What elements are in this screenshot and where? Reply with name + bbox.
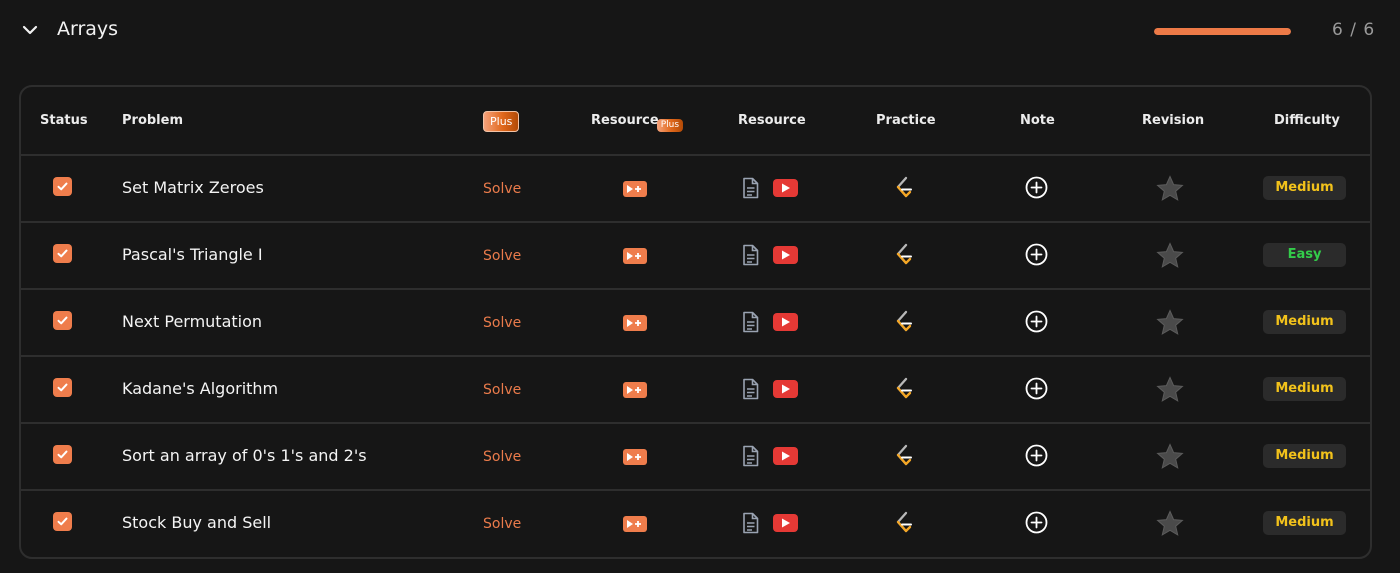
column-header-practice: Practice [876,113,936,128]
add-note-icon[interactable] [1025,444,1048,471]
solve-link[interactable]: Solve [483,516,521,532]
problem-name[interactable]: Stock Buy and Sell [122,513,271,532]
problem-name[interactable]: Pascal's Triangle I [122,245,263,264]
table-row: Sort an array of 0's 1's and 2's Solve M… [21,424,1370,491]
practice-platform-icon[interactable] [893,511,913,541]
table-header: Status Problem Plus Resource Plus Resourc… [21,87,1370,156]
add-note-icon[interactable] [1025,310,1048,337]
plus-badge: Plus [656,119,684,132]
solve-link[interactable]: Solve [483,449,521,465]
difficulty-badge: Medium [1263,310,1346,334]
add-note-icon[interactable] [1025,377,1048,404]
column-header-plus: Plus [483,111,520,132]
column-header-status: Status [40,113,88,128]
solve-link[interactable]: Solve [483,382,521,398]
table-row: Set Matrix Zeroes Solve Medium [21,156,1370,223]
problem-name[interactable]: Next Permutation [122,312,262,331]
practice-platform-icon[interactable] [893,310,913,340]
column-header-revision: Revision [1142,113,1205,128]
column-header-problem: Problem [122,113,183,128]
star-icon[interactable] [1156,443,1184,474]
progress-bar [1154,28,1291,35]
document-icon[interactable] [742,244,759,270]
youtube-icon[interactable] [773,380,798,398]
solve-link[interactable]: Solve [483,248,521,264]
checkbox-checked-icon[interactable] [53,378,72,397]
practice-platform-icon[interactable] [893,176,913,206]
difficulty-badge: Medium [1263,176,1346,200]
checkbox-checked-icon[interactable] [53,445,72,464]
column-header-resource: Resource [738,113,806,128]
table-row: Stock Buy and Sell Solve Medium [21,491,1370,557]
plus-video-icon[interactable] [623,382,647,398]
solve-link[interactable]: Solve [483,315,521,331]
problem-name[interactable]: Sort an array of 0's 1's and 2's [122,446,367,465]
youtube-icon[interactable] [773,179,798,197]
youtube-icon[interactable] [773,313,798,331]
document-icon[interactable] [742,177,759,203]
plus-video-icon[interactable] [623,181,647,197]
checkbox-checked-icon[interactable] [53,244,72,263]
star-icon[interactable] [1156,242,1184,273]
plus-video-icon[interactable] [623,449,647,465]
problem-name[interactable]: Set Matrix Zeroes [122,178,264,197]
table-row: Kadane's Algorithm Solve Medium [21,357,1370,424]
checkbox-checked-icon[interactable] [53,311,72,330]
star-icon[interactable] [1156,510,1184,541]
column-header-resource-plus: Resource Plus [591,113,684,132]
column-header-difficulty: Difficulty [1274,113,1340,128]
problems-table: Status Problem Plus Resource Plus Resourc… [19,85,1372,559]
progress-fill [1154,28,1291,35]
problem-name[interactable]: Kadane's Algorithm [122,379,278,398]
chevron-down-icon[interactable] [20,22,40,40]
youtube-icon[interactable] [773,514,798,532]
checkbox-checked-icon[interactable] [53,512,72,531]
section-title: Arrays [57,18,119,40]
solve-link[interactable]: Solve [483,181,521,197]
star-icon[interactable] [1156,376,1184,407]
youtube-icon[interactable] [773,447,798,465]
plus-video-icon[interactable] [623,248,647,264]
plus-video-icon[interactable] [623,516,647,532]
difficulty-badge: Easy [1263,243,1346,267]
star-icon[interactable] [1156,175,1184,206]
plus-badge: Plus [483,111,520,132]
add-note-icon[interactable] [1025,176,1048,203]
section-header[interactable]: Arrays 6 / 6 [0,0,1400,62]
document-icon[interactable] [742,445,759,471]
youtube-icon[interactable] [773,246,798,264]
column-header-note: Note [1020,113,1055,128]
checkbox-checked-icon[interactable] [53,177,72,196]
document-icon[interactable] [742,378,759,404]
difficulty-badge: Medium [1263,511,1346,535]
practice-platform-icon[interactable] [893,377,913,407]
difficulty-badge: Medium [1263,444,1346,468]
star-icon[interactable] [1156,309,1184,340]
difficulty-badge: Medium [1263,377,1346,401]
table-row: Next Permutation Solve Medium [21,290,1370,357]
table-row: Pascal's Triangle I Solve Easy [21,223,1370,290]
column-header-resource-plus-label: Resource [591,113,659,128]
practice-platform-icon[interactable] [893,444,913,474]
plus-video-icon[interactable] [623,315,647,331]
add-note-icon[interactable] [1025,511,1048,538]
progress-count: 6 / 6 [1332,20,1376,40]
add-note-icon[interactable] [1025,243,1048,270]
practice-platform-icon[interactable] [893,243,913,273]
document-icon[interactable] [742,311,759,337]
document-icon[interactable] [742,512,759,538]
